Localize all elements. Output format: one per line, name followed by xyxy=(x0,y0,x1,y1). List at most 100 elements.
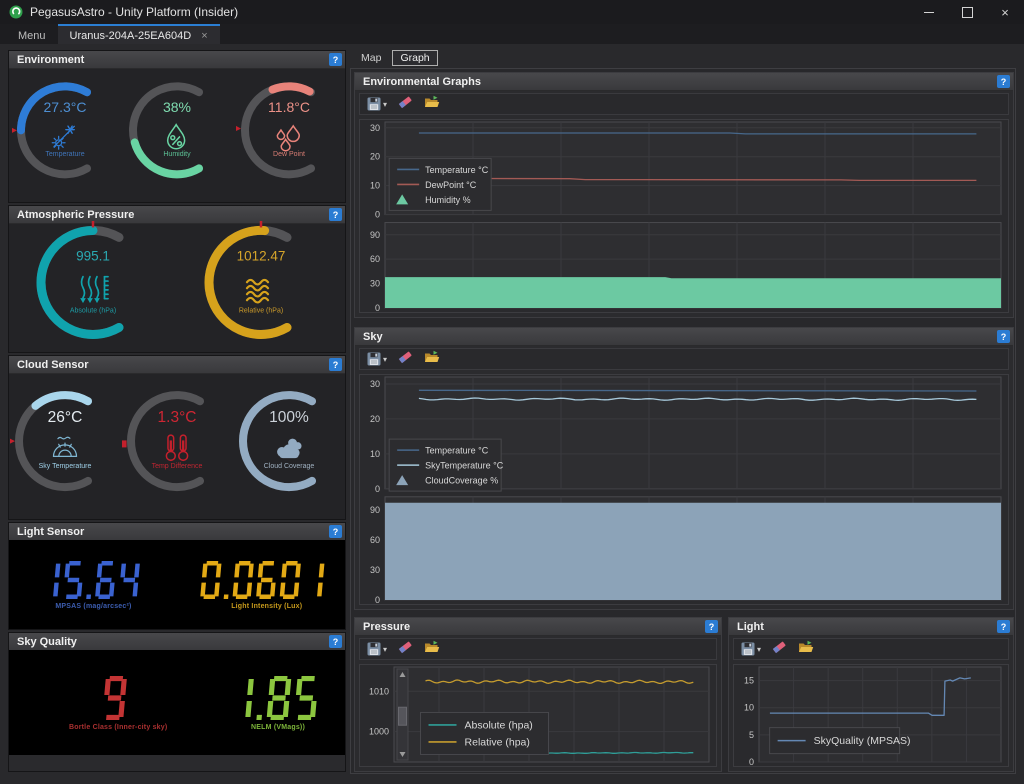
light-chart[interactable]: 0 5 10 15 SkyQuality (MPSAS) xyxy=(733,664,1009,767)
svg-text:10: 10 xyxy=(744,703,754,713)
help-icon[interactable]: ? xyxy=(329,635,342,648)
sky-temperature-icon xyxy=(52,436,78,457)
tab-map[interactable]: Map xyxy=(353,50,389,66)
svg-text:27.3°C: 27.3°C xyxy=(44,98,87,114)
help-icon[interactable]: ? xyxy=(329,53,342,66)
gauge-absolute-hpa: 995.1 Absolute (hPa) xyxy=(18,220,168,354)
help-icon[interactable]: ? xyxy=(997,330,1010,343)
eraser-icon xyxy=(398,349,413,369)
environment-panel: Environment? 27.3°C Temperature 38% Humid… xyxy=(8,50,346,203)
svg-text:SkyQuality (MPSAS): SkyQuality (MPSAS) xyxy=(814,735,911,747)
svg-text:1.3°C: 1.3°C xyxy=(158,408,197,425)
environmental-graphs-chart[interactable]: 0 10 20 30 0 30 60 90 Temperature °C DewPoint °C H… xyxy=(359,119,1009,313)
svg-text:11.8°C: 11.8°C xyxy=(268,98,310,114)
light-sensor-panel: Light Sensor? MPSAS (mag/arcsec²) Light I… xyxy=(8,522,346,630)
title-bar: PegasusAstro - Unity Platform (Insider) … xyxy=(0,0,1024,24)
panel-title: Cloud Sensor xyxy=(17,358,89,371)
gauge-humidity: 38% Humidity xyxy=(124,66,230,205)
svg-text:995.1: 995.1 xyxy=(76,249,110,264)
save-dropdown-caret[interactable]: ▾ xyxy=(383,355,387,364)
menu-tab[interactable]: Menu xyxy=(6,24,58,44)
tab-graph[interactable]: Graph xyxy=(392,50,438,66)
help-icon[interactable]: ? xyxy=(997,75,1010,88)
sky-quality-panel: Sky Quality? Bortle Class (Inner-city sk… xyxy=(8,632,346,772)
svg-text:10: 10 xyxy=(370,449,380,459)
svg-text:Cloud Coverage: Cloud Coverage xyxy=(264,462,315,469)
gauge-cloud-coverage: 100% Cloud Coverage xyxy=(234,371,344,522)
gauge-temp-difference: 1.3°C Temp Difference xyxy=(119,371,232,522)
eraser-icon xyxy=(398,639,413,659)
svg-text:SkyTemperature °C: SkyTemperature °C xyxy=(425,461,504,471)
dew-point-icon xyxy=(276,123,301,152)
lcd-display: Bortle Class (Inner-city sky) xyxy=(69,675,167,731)
temperature-icon xyxy=(51,124,75,150)
help-icon[interactable]: ? xyxy=(329,358,342,371)
save-graph-button[interactable]: ▾ xyxy=(367,97,387,111)
clear-graph-button[interactable] xyxy=(772,639,787,659)
open-graph-button[interactable] xyxy=(798,640,814,659)
clear-graph-button[interactable] xyxy=(398,94,413,114)
eraser-icon xyxy=(398,94,413,114)
help-icon[interactable]: ? xyxy=(329,525,342,538)
open-graph-button[interactable] xyxy=(424,350,440,369)
help-icon[interactable]: ? xyxy=(329,208,342,221)
gauge-temperature: 27.3°C Temperature xyxy=(9,66,118,205)
open-graph-button[interactable] xyxy=(424,640,440,659)
help-icon[interactable]: ? xyxy=(997,620,1010,633)
chart-legend: Temperature °C DewPoint °C Humidity % xyxy=(388,157,492,211)
tab-close-icon[interactable]: × xyxy=(201,30,207,42)
lcd-label: Bortle Class (Inner-city sky) xyxy=(69,723,168,731)
svg-text:Relative (hPa): Relative (hPa) xyxy=(239,308,283,315)
device-tab[interactable]: Uranus-204A-25EA604D × xyxy=(57,24,220,44)
svg-text:30: 30 xyxy=(370,565,380,575)
absolute-pressure-icon xyxy=(80,275,109,304)
lcd-display: MPSAS (mag/arcsec²) xyxy=(39,560,148,610)
cloud-coverage-icon xyxy=(277,438,302,458)
temp-difference-icon xyxy=(165,433,189,461)
sky-chart[interactable]: 0 10 20 30 0 30 60 90 Temperature °C SkyTemperatu… xyxy=(359,374,1009,605)
svg-text:60: 60 xyxy=(370,254,380,264)
cloud-sensor-panel: Cloud Sensor? 26°C Sky Temperature 1.3°C T… xyxy=(7,355,346,522)
chart-toolbar: ▾ xyxy=(359,93,1009,115)
panel-title: Pressure xyxy=(363,620,411,633)
svg-text:Relative (hpa): Relative (hpa) xyxy=(465,736,530,748)
svg-text:Temperature: Temperature xyxy=(45,150,84,157)
svg-text:0: 0 xyxy=(375,303,380,312)
save-dropdown-caret[interactable]: ▾ xyxy=(757,645,761,654)
open-graph-button[interactable] xyxy=(424,95,440,114)
light-panel: Light? ▾ 0 5 10 15 SkyQuality (MPSAS) xyxy=(728,617,1014,772)
save-graph-button[interactable]: ▾ xyxy=(741,642,761,656)
help-icon[interactable]: ? xyxy=(705,620,718,633)
svg-text:Dew Point: Dew Point xyxy=(273,150,305,157)
svg-text:0: 0 xyxy=(375,210,380,220)
svg-text:10: 10 xyxy=(370,181,380,191)
save-dropdown-caret[interactable]: ▾ xyxy=(383,645,387,654)
environmental-graphs-panel: Environmental Graphs? ▾ 0 10 20 30 0 30 60 90 Te… xyxy=(354,72,1014,318)
pressure-panel: Pressure? ▾ 1000 1010 Absolute (hpa) Relat… xyxy=(354,617,722,772)
panel-title: Sky Quality xyxy=(17,635,77,648)
maximize-button[interactable] xyxy=(948,0,986,24)
clear-graph-button[interactable] xyxy=(398,639,413,659)
view-tabs: Map Graph xyxy=(353,50,438,66)
lcd-label: MPSAS (mag/arcsec²) xyxy=(55,602,132,610)
sky-panel: Sky? ▾ 0 10 20 30 0 30 60 90 Temperature °C SkyTe… xyxy=(354,327,1014,610)
save-dropdown-caret[interactable]: ▾ xyxy=(383,100,387,109)
chart-v-scrollbar[interactable] xyxy=(396,668,409,761)
panel-title: Environmental Graphs xyxy=(363,75,481,88)
save-graph-button[interactable]: ▾ xyxy=(367,642,387,656)
svg-text:DewPoint °C: DewPoint °C xyxy=(425,180,477,190)
close-button[interactable]: × xyxy=(986,0,1024,24)
open-folder-icon xyxy=(798,640,814,659)
pressure-chart[interactable]: 1000 1010 Absolute (hpa) Relative (hpa) xyxy=(359,664,717,767)
open-folder-icon xyxy=(424,350,440,369)
svg-text:15: 15 xyxy=(744,676,754,686)
clear-graph-button[interactable] xyxy=(398,349,413,369)
save-graph-button[interactable]: ▾ xyxy=(367,352,387,366)
minimize-button[interactable] xyxy=(910,0,948,24)
svg-text:Temp Difference: Temp Difference xyxy=(152,462,203,469)
svg-text:1000: 1000 xyxy=(369,727,389,737)
lcd-display: NELM (VMags)) xyxy=(229,675,327,731)
lcd-label: Light Intensity (Lux) xyxy=(231,602,303,610)
eraser-icon xyxy=(772,639,787,659)
svg-text:38%: 38% xyxy=(163,98,191,114)
